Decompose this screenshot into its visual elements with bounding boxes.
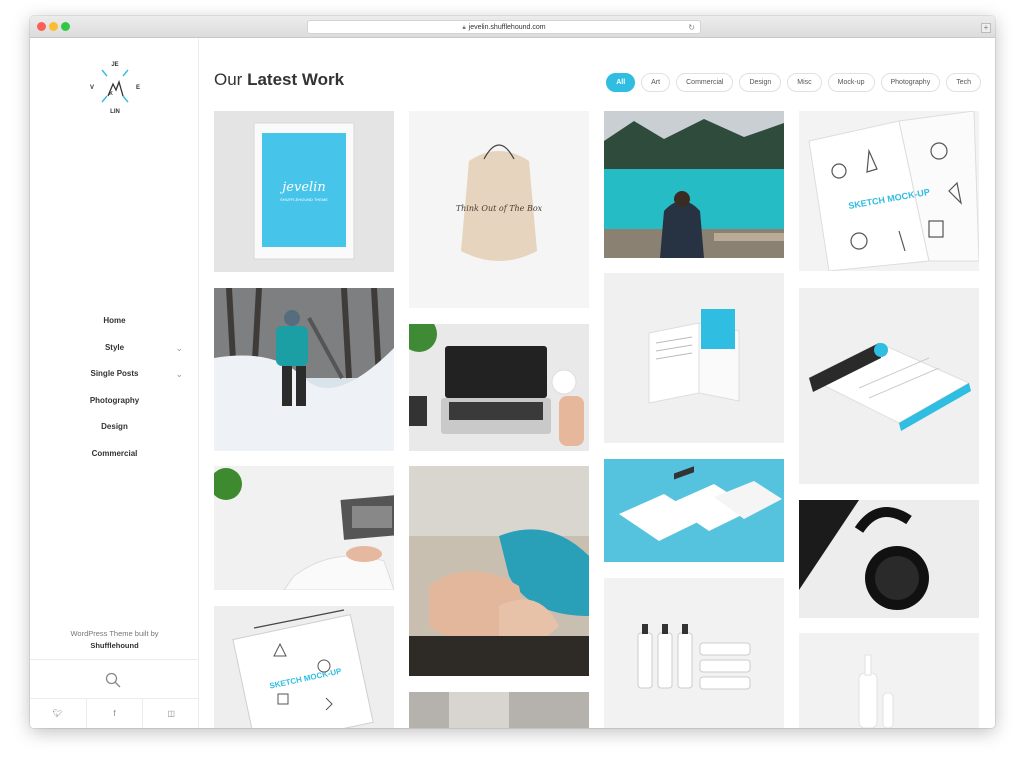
- chevron-down-icon[interactable]: ⌄: [175, 335, 183, 361]
- svg-text:E: E: [136, 85, 140, 91]
- frame-subtext: SHUFFLEHOUND THEME: [280, 197, 328, 202]
- minimize-window-button[interactable]: [49, 22, 58, 31]
- svg-text:K: K: [109, 91, 113, 97]
- portfolio-item-website-iso[interactable]: [799, 288, 979, 484]
- portfolio-item-snow-hike[interactable]: [214, 288, 394, 451]
- social-links: 🐦︎ f ◫: [30, 699, 199, 728]
- browser-toolbar: 🔒︎ jevelin.shufflehound.com ↻ +: [30, 16, 995, 38]
- theme-credit: WordPress Theme built by Shufflehound: [30, 628, 199, 652]
- reload-icon[interactable]: ↻: [688, 21, 695, 34]
- portfolio-item-partial[interactable]: [409, 692, 589, 728]
- filter-mock-up[interactable]: Mock-up: [827, 73, 875, 92]
- filter-commercial[interactable]: Commercial: [676, 73, 734, 92]
- svg-text:JE: JE: [111, 62, 118, 68]
- browser-window: 🔒︎ jevelin.shufflehound.com ↻ + JE V E K …: [30, 16, 995, 728]
- chevron-down-icon[interactable]: ⌄: [175, 361, 183, 387]
- portfolio-item-bottles[interactable]: [604, 578, 784, 728]
- portfolio-item-web-mockups[interactable]: [604, 459, 784, 562]
- portfolio-item-brochure[interactable]: [604, 273, 784, 443]
- page-title: Our Latest Work: [214, 70, 345, 89]
- portfolio-item-canvas-bag[interactable]: Think Out of The Box: [409, 111, 589, 308]
- filter-art[interactable]: Art: [641, 73, 671, 92]
- portfolio-item-macbook-top[interactable]: [409, 324, 589, 451]
- search-area: [30, 659, 199, 699]
- sidebar: JE V E K LIN Home Style ⌄ Single Posts ⌄ P…: [30, 38, 199, 728]
- nav-item-photography[interactable]: Photography: [30, 388, 199, 415]
- portfolio-main: Our Latest Work All Art Commercial Desig…: [199, 38, 995, 728]
- portfolio-item-lake[interactable]: [604, 111, 784, 258]
- portfolio-item-frame-mockup[interactable]: jevelin SHUFFLEHOUND THEME: [214, 111, 394, 272]
- filter-photography[interactable]: Photography: [880, 73, 941, 92]
- instagram-icon[interactable]: ◫: [143, 699, 199, 728]
- site-logo[interactable]: JE V E K LIN: [80, 58, 150, 118]
- search-icon[interactable]: [104, 671, 122, 689]
- nav-item-commercial[interactable]: Commercial: [30, 441, 199, 468]
- frame-text: jevelin: [279, 180, 325, 195]
- twitter-icon[interactable]: 🐦︎: [30, 699, 87, 728]
- facebook-icon[interactable]: f: [87, 699, 144, 728]
- new-tab-icon[interactable]: +: [981, 23, 991, 33]
- svg-text:LIN: LIN: [110, 109, 120, 115]
- url-text: jevelin.shufflehound.com: [468, 24, 546, 31]
- portfolio-filters: All Art Commercial Design Misc Mock-up P…: [606, 73, 981, 92]
- filter-all[interactable]: All: [606, 73, 636, 92]
- portfolio-item-shoemaker[interactable]: [409, 466, 589, 676]
- nav-item-style[interactable]: Style ⌄: [30, 335, 199, 362]
- address-bar[interactable]: 🔒︎ jevelin.shufflehound.com ↻: [307, 20, 701, 34]
- portfolio-item-sketch-mockup[interactable]: SKETCH MOCK-UP: [799, 111, 979, 271]
- main-navigation: Home Style ⌄ Single Posts ⌄ Photography De…: [30, 308, 199, 467]
- filter-misc[interactable]: Misc: [787, 73, 822, 92]
- portfolio-item-sketchbook[interactable]: SKETCH MOCK-UP: [214, 606, 394, 728]
- filter-design[interactable]: Design: [739, 73, 782, 92]
- nav-item-single-posts[interactable]: Single Posts ⌄: [30, 361, 199, 388]
- portfolio-item-headphones[interactable]: [799, 500, 979, 618]
- lock-icon: 🔒︎: [462, 25, 466, 31]
- filter-tech[interactable]: Tech: [946, 73, 981, 92]
- credit-author-link[interactable]: Shufflehound: [30, 640, 199, 652]
- maximize-window-button[interactable]: [61, 22, 70, 31]
- nav-item-design[interactable]: Design: [30, 414, 199, 441]
- portfolio-item-laptop-desk[interactable]: [214, 466, 394, 590]
- svg-text:V: V: [90, 85, 94, 91]
- bag-text: Think Out of The Box: [456, 204, 543, 213]
- nav-item-home[interactable]: Home: [30, 308, 199, 335]
- portfolio-item-vases[interactable]: [799, 633, 979, 728]
- close-window-button[interactable]: [37, 22, 46, 31]
